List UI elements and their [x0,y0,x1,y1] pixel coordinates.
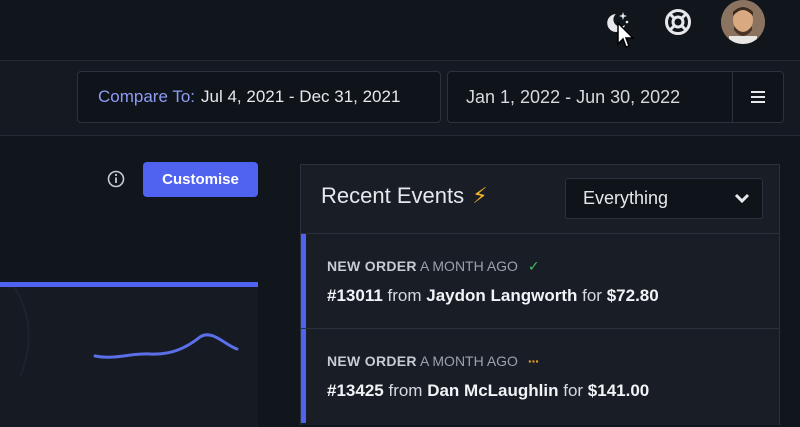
event-description: #13011 from Jaydon Langworth for $72.80 [327,286,659,306]
recent-events-title: Recent Events [321,183,465,208]
order-number[interactable]: #13425 [327,381,384,400]
date-range-value: Jan 1, 2022 - Jun 30, 2022 [466,86,681,107]
event-list: NEW ORDER A MONTH AGO ✓ #13011 from Jayd… [301,233,779,423]
check-icon: ✓ [527,258,540,274]
customer-name[interactable]: Jaydon Langworth [426,286,577,305]
chevron-down-icon [734,193,750,204]
recent-events-header: Recent Events ⚡ [321,183,488,209]
event-for-text: for [563,381,584,400]
sparkline-line [93,333,239,359]
recent-events-panel: Recent Events ⚡ Everything NEW ORDER A M… [300,164,780,425]
compare-date-picker[interactable]: Compare To: Jul 4, 2021 - Dec 31, 2021 [77,71,441,123]
customise-button[interactable]: Customise [143,162,258,197]
date-toolbar: Compare To: Jul 4, 2021 - Dec 31, 2021 J… [0,61,800,136]
user-avatar[interactable] [721,0,765,44]
event-item[interactable]: NEW ORDER A MONTH AGO ✓ #13011 from Jayd… [301,233,779,328]
compare-label: Compare To: [98,87,196,106]
event-filter-value: Everything [583,188,669,208]
event-time: A MONTH AGO [419,353,518,369]
mouse-cursor-icon [617,22,635,48]
ellipsis-icon: ··· [527,353,540,369]
order-amount: $141.00 [587,381,650,400]
top-navbar [0,0,800,61]
event-accent-bar [301,329,306,423]
hamburger-menu-icon [751,91,765,103]
event-meta: NEW ORDER A MONTH AGO ··· [327,353,540,369]
info-icon[interactable] [107,170,125,188]
avatar-image [721,0,765,44]
event-accent-bar [301,234,306,328]
event-item[interactable]: NEW ORDER A MONTH AGO ··· #13425 from Da… [301,328,779,423]
dashboard-content: Customise Recent Events ⚡ Everything NEW… [0,136,800,427]
event-meta: NEW ORDER A MONTH AGO ✓ [327,258,540,275]
event-from-text: from [387,286,422,305]
event-filter-select[interactable]: Everything [565,178,763,219]
compare-range: Jul 4, 2021 - Dec 31, 2021 [201,87,401,106]
customer-name[interactable]: Dan McLaughlin [427,381,558,400]
order-number[interactable]: #13011 [327,286,383,305]
order-amount: $72.80 [606,286,659,305]
help-button[interactable] [659,3,697,41]
date-range-picker[interactable]: Jan 1, 2022 - Jun 30, 2022 [447,71,784,123]
lightning-icon: ⚡ [472,183,488,208]
event-from-text: from [388,381,423,400]
chart-card [0,282,258,427]
menu-button[interactable] [732,72,783,122]
event-type: NEW ORDER [327,353,417,369]
event-time: A MONTH AGO [419,258,518,274]
event-description: #13425 from Dan McLaughlin for $141.00 [327,381,649,401]
event-for-text: for [582,286,602,305]
event-type: NEW ORDER [327,258,417,274]
sparkline-chart [13,286,239,378]
life-ring-icon [665,9,691,35]
